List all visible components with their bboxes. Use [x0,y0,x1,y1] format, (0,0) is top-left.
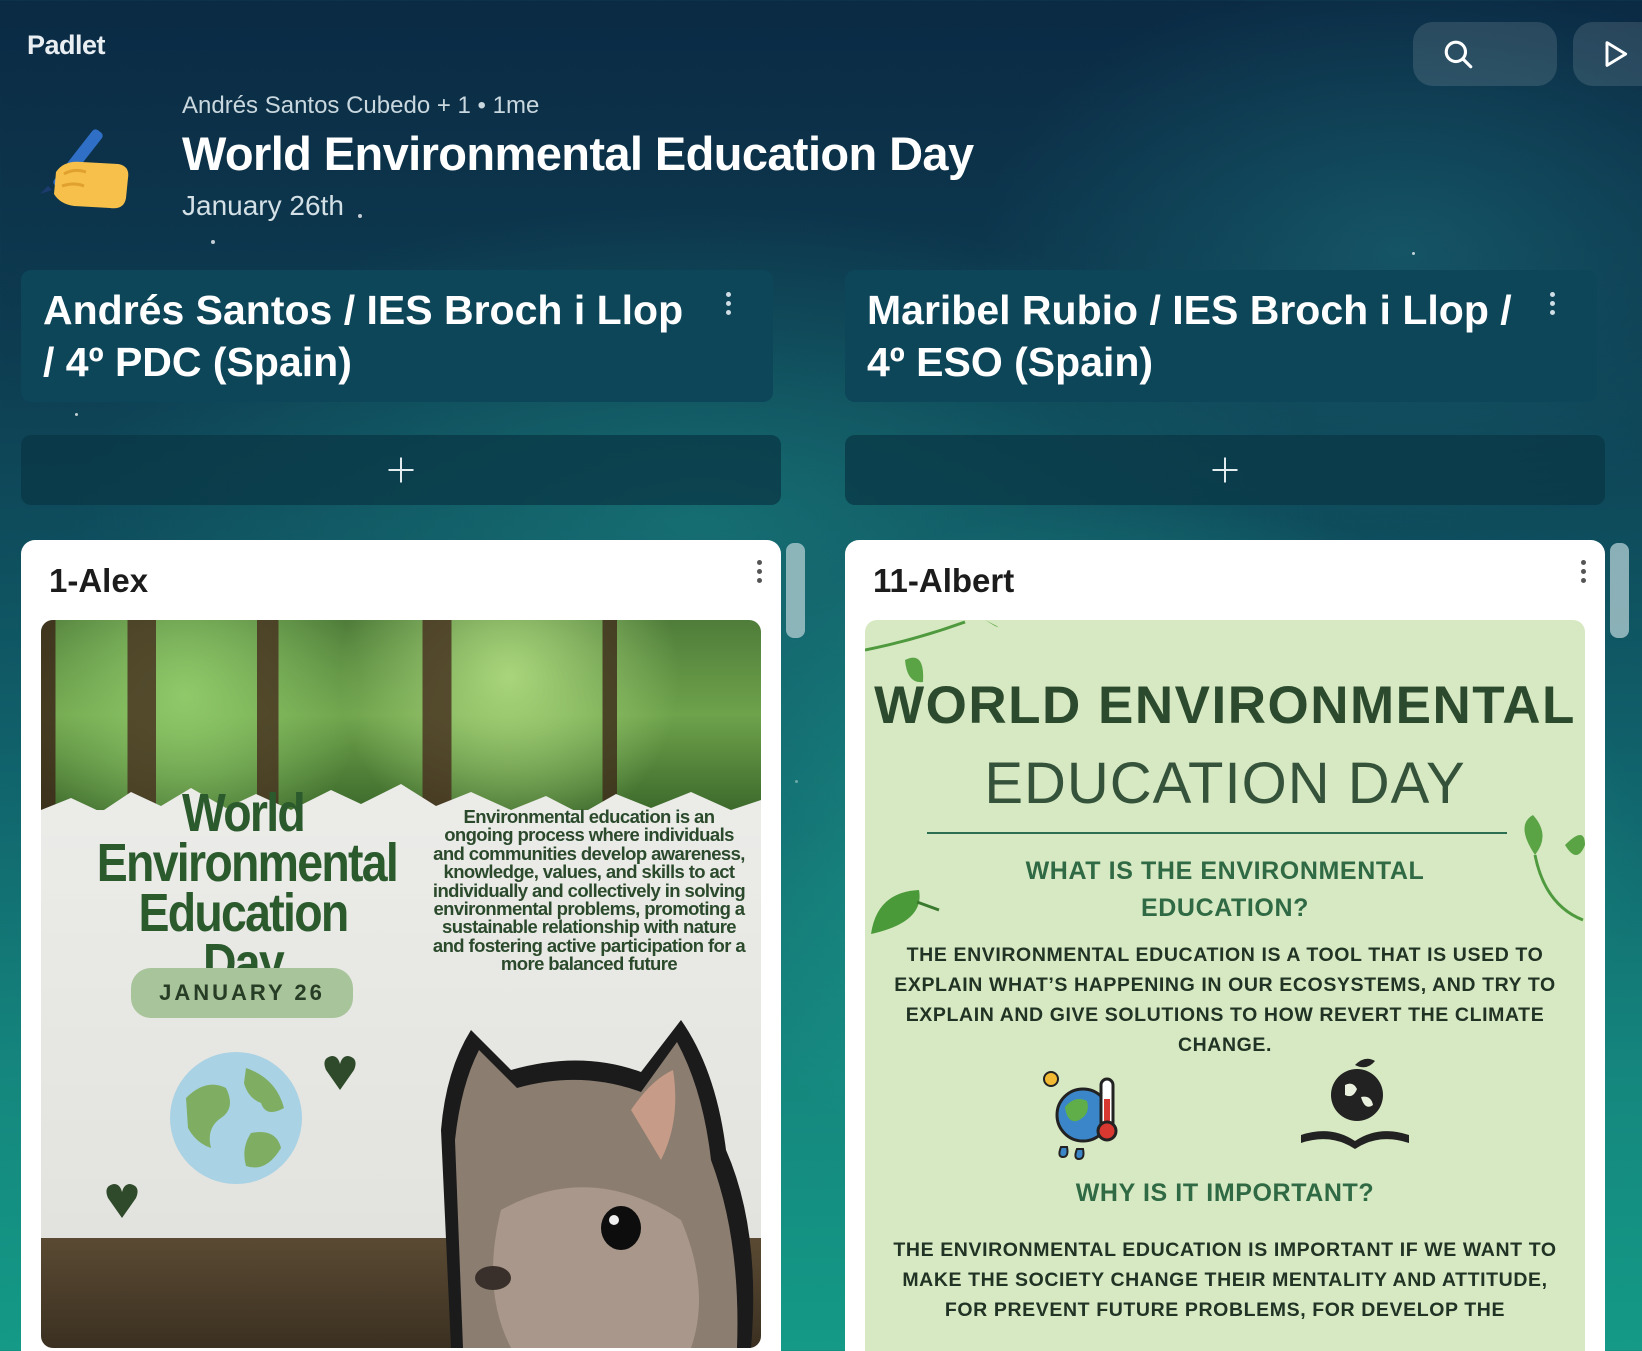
post-title: 1-Alex [49,562,149,599]
divider [927,832,1507,834]
search-button[interactable] [1413,22,1557,86]
add-post-button[interactable] [21,435,781,505]
poster-description: Environmental education is an ongoing pr… [432,806,746,975]
section-title-line-1: Maribel Rubio / IES Broch i Llop / [867,287,1512,333]
column-scrollbar[interactable] [786,543,805,638]
play-icon [1605,41,1628,67]
section-header-maribel-rubio[interactable]: Maribel Rubio / IES Broch i Llop / 4º ES… [845,270,1597,402]
post-card-11-albert[interactable]: 11-Albert WORLD ENVIRONMENTAL EDUCATION … [845,540,1605,1351]
section-title-line-1: Andrés Santos / IES Broch i Llop [43,287,684,333]
add-post-button[interactable] [845,435,1605,505]
heart-icon [324,1056,356,1090]
earth-globe-icon [170,1052,302,1184]
question-1-line-2: EDUCATION? [1140,894,1310,922]
slideshow-play-button[interactable] [1573,22,1642,86]
board-author-meta: Andrés Santos Cubedo + 1 • 1me [182,92,540,119]
plus-icon [388,457,414,483]
post-menu-icon[interactable] [754,560,764,583]
search-icon [1444,40,1473,69]
board-subtitle: January 26th [182,190,344,221]
section-title: Andrés Santos / IES Broch i Llop / 4º PD… [43,284,743,388]
infographic-answer-1: THE ENVIRONMENTAL EDUCATION IS A TOOL TH… [894,944,1556,1056]
poster-date: JANUARY 26 [131,968,353,1018]
background-star [1412,252,1415,255]
background-star [358,214,362,218]
writing-hand-icon [34,112,134,212]
section-header-andres-santos[interactable]: Andrés Santos / IES Broch i Llop / 4º PD… [21,270,773,402]
squirrel-photo [441,1020,754,1348]
section-title: Maribel Rubio / IES Broch i Llop / 4º ES… [867,284,1567,388]
post-menu-icon[interactable] [1578,560,1588,583]
section-title-line-2: / 4º PDC (Spain) [43,339,352,385]
infographic-question-2: WHY IS IT IMPORTANT? [1075,1179,1375,1207]
column-scrollbar[interactable] [1610,543,1629,638]
post-title: 11-Albert [873,562,1015,599]
infographic-subheading: EDUCATION DAY [984,751,1466,816]
background-star [211,240,215,244]
earth-book-icon [1301,1058,1409,1149]
section-menu-icon[interactable] [1547,292,1557,315]
board-title: World Environmental Education Day [182,127,974,180]
climate-change-icon [1043,1071,1118,1161]
background-star [795,780,798,783]
poster-heading: World Environmental Education Day [97,786,399,990]
infographic-heading: WORLD ENVIRONMENTAL [874,676,1576,735]
section-menu-icon[interactable] [723,292,733,315]
background-star [75,413,78,416]
question-1-line-1: WHAT IS THE ENVIRONMENTAL [1025,857,1425,885]
post-card-1-alex[interactable]: 1-Alex World Environmental Education Day… [21,540,781,1351]
section-title-line-2: 4º ESO (Spain) [867,339,1154,385]
infographic-answer-2: THE ENVIRONMENTAL EDUCATION IS IMPORTANT… [893,1239,1557,1321]
padlet-logo[interactable]: Padlet [27,30,106,61]
post-image-infographic[interactable]: WORLD ENVIRONMENTAL EDUCATION DAY WHAT I… [865,620,1585,1351]
heart-icon [106,1184,138,1218]
post-image-poster[interactable]: World Environmental Education Day Enviro… [41,620,761,1348]
plus-icon [1212,457,1238,483]
infographic-question-1: WHAT IS THE ENVIRONMENTAL EDUCATION? [865,853,1585,927]
